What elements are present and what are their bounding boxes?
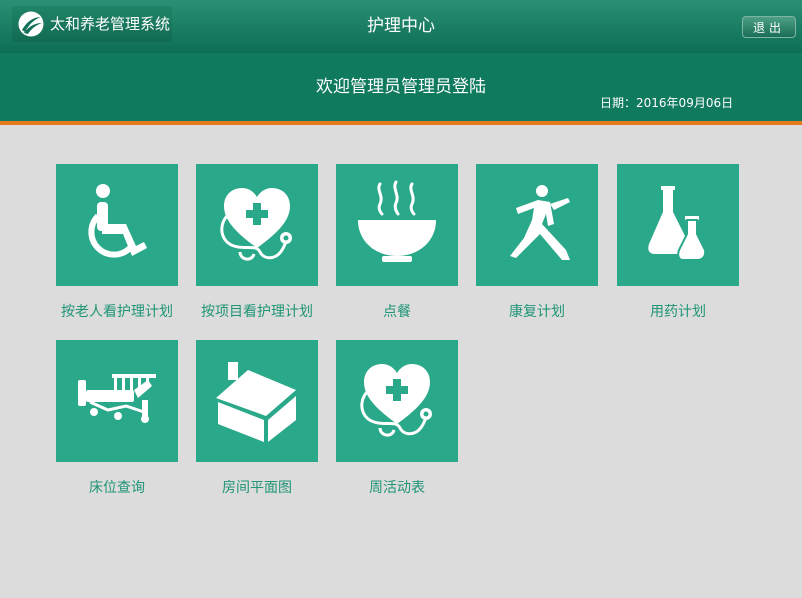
leaf-logo-icon: [18, 11, 44, 37]
tile-label-meal-order[interactable]: 点餐: [327, 303, 467, 321]
app-window: 太和养老管理系统 护理中心 退出 欢迎管理员管理员登陆 日期：2016年09月0…: [0, 0, 802, 598]
date-display: 日期：2016年09月06日: [600, 95, 790, 111]
heart-stethoscope-icon: [360, 364, 432, 437]
date-value: 2016年09月06日: [636, 96, 734, 110]
date-label: 日期：: [600, 96, 637, 110]
top-bar: 太和养老管理系统 护理中心 退出: [0, 0, 802, 53]
tile-medication-plan[interactable]: [617, 164, 739, 286]
tile-room-floorplan[interactable]: [196, 340, 318, 462]
welcome-header: 欢迎管理员管理员登陆 日期：2016年09月06日: [0, 53, 802, 121]
module-title: 护理中心: [367, 16, 435, 36]
tile-label-elder-care-plan[interactable]: 按老人看护理计划: [47, 303, 187, 321]
app-name: 太和养老管理系统: [50, 15, 171, 33]
tile-label-item-care-plan[interactable]: 按项目看护理计划: [187, 303, 327, 321]
accent-divider: [0, 121, 802, 125]
tile-label-rehab-plan[interactable]: 康复计划: [467, 303, 607, 321]
tile-item-care-plan[interactable]: [196, 164, 318, 286]
hospital-bed-icon: [78, 374, 156, 423]
tile-label-weekly-activities[interactable]: 周活动表: [327, 479, 467, 497]
house-icon: [216, 362, 296, 442]
tile-rehab-plan[interactable]: [476, 164, 598, 286]
tile-weekly-activities[interactable]: [336, 340, 458, 462]
tile-label-room-floorplan[interactable]: 房间平面图: [187, 479, 327, 497]
steaming-bowl-icon: [358, 180, 436, 262]
app-logo: 太和养老管理系统: [12, 6, 172, 42]
tile-label-medication-plan[interactable]: 用药计划: [608, 303, 748, 321]
lab-flask-icon: [648, 186, 707, 261]
tile-meal-order[interactable]: [336, 164, 458, 286]
tile-elder-care-plan[interactable]: [56, 164, 178, 286]
martial-arts-icon: [510, 185, 570, 260]
tile-bed-lookup[interactable]: [56, 340, 178, 462]
heart-stethoscope-icon: [220, 188, 292, 261]
tile-label-bed-lookup[interactable]: 床位查询: [47, 479, 187, 497]
welcome-text: 欢迎管理员管理员登陆: [316, 77, 486, 97]
logout-button[interactable]: 退出: [742, 16, 796, 38]
wheelchair-icon: [88, 184, 147, 258]
